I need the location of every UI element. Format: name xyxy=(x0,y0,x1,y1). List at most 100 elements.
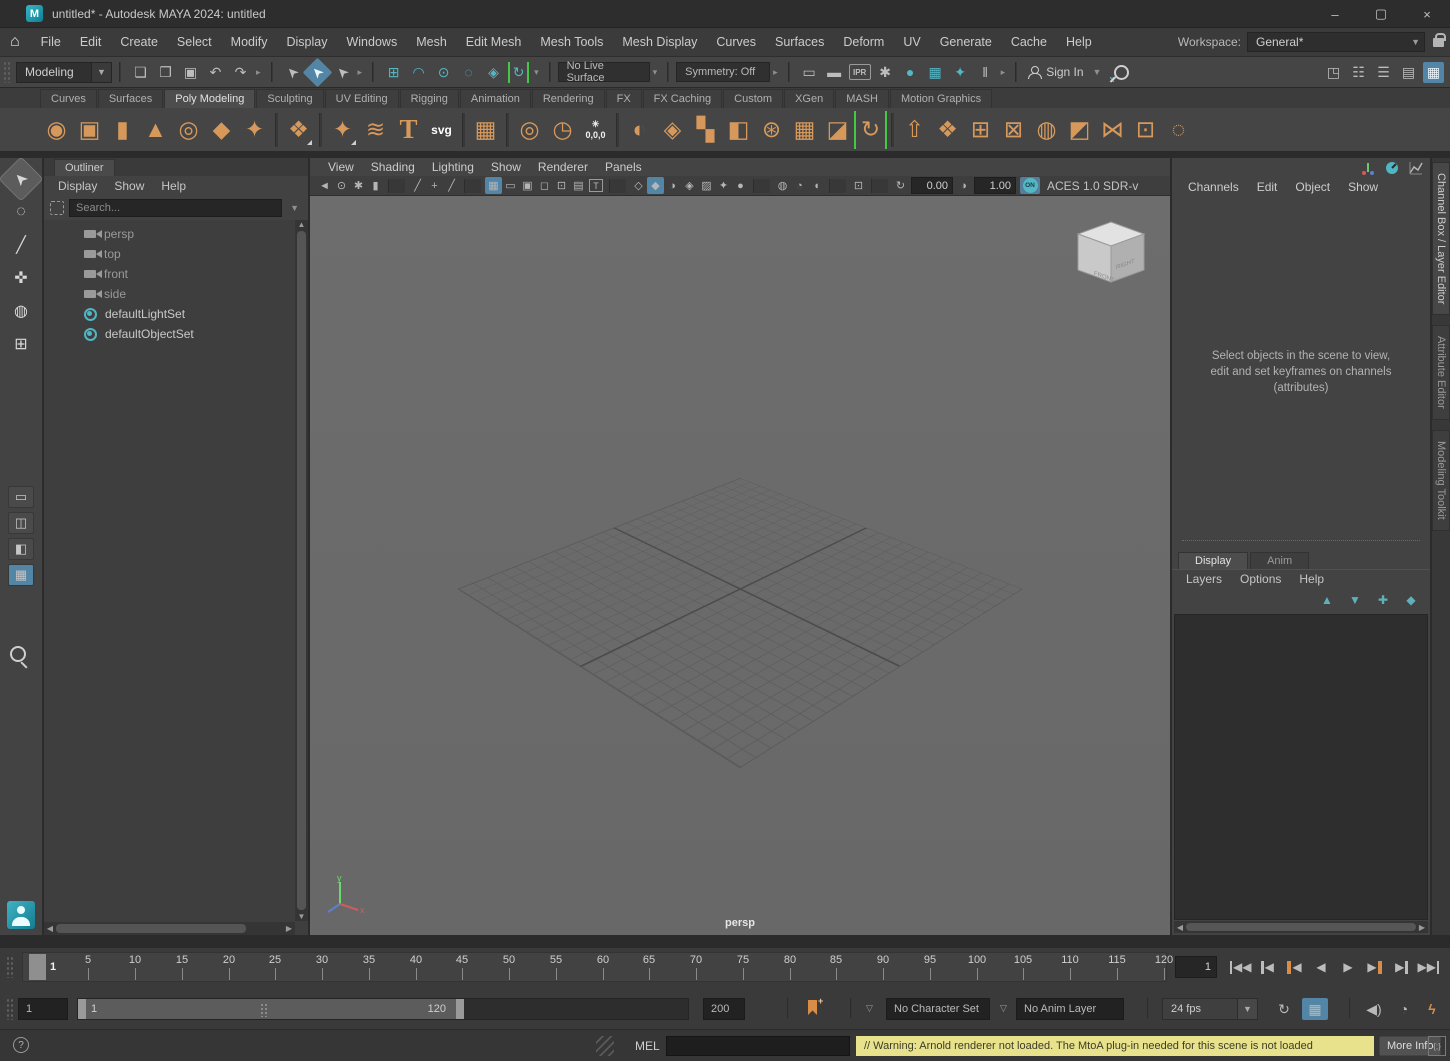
shelf-tab[interactable]: Surfaces xyxy=(98,89,163,108)
loop-playback-icon[interactable]: ↻ xyxy=(1272,998,1296,1020)
menu-item[interactable]: Display xyxy=(286,35,327,49)
remesh-icon[interactable]: ▦ xyxy=(788,111,821,149)
bookmark-icon[interactable]: ▮ xyxy=(367,177,384,194)
menu-item[interactable]: File xyxy=(41,35,61,49)
modeling-toolkit-icon[interactable]: ◳ xyxy=(1323,62,1344,83)
poly-torus-icon[interactable]: ◎ xyxy=(172,111,205,149)
render-view-icon[interactable]: ▭ xyxy=(799,62,820,83)
spin-edge-icon[interactable]: ↻ xyxy=(854,111,887,149)
wireframe-icon[interactable]: ◇ xyxy=(630,177,647,194)
move-layer-down-icon[interactable]: ▼ xyxy=(1346,592,1364,608)
safe-action-icon[interactable]: ▤ xyxy=(570,177,587,194)
channel-box-menu-item[interactable]: Object xyxy=(1295,180,1330,194)
symmetrize-icon[interactable]: ⋈ xyxy=(1096,111,1129,149)
search-icon[interactable]: x xyxy=(1114,65,1129,80)
select-tool[interactable]: ➤ xyxy=(0,158,42,200)
reset-time-icon[interactable]: ◷ xyxy=(546,111,579,149)
viewport-menu-item[interactable]: Show xyxy=(491,160,521,174)
lasso-tool[interactable]: ◌ xyxy=(6,197,36,227)
poly-sphere-icon[interactable]: ◉ xyxy=(40,111,73,149)
layer-editor-tab[interactable]: Display xyxy=(1178,552,1248,569)
move-layer-up-icon[interactable]: ▲ xyxy=(1318,592,1336,608)
scroll-left-icon[interactable]: ◀ xyxy=(44,924,56,933)
go-to-start-button[interactable]: ◀◀ xyxy=(1228,954,1252,980)
rotate-tool[interactable]: ◍ xyxy=(6,296,36,326)
play-backwards-button[interactable]: ◀ xyxy=(1309,954,1333,980)
step-back-key-button[interactable]: ◀ xyxy=(1282,954,1306,980)
chevron-down-icon[interactable]: ▾ xyxy=(534,67,539,78)
layer-editor-menu-item[interactable]: Options xyxy=(1240,572,1281,586)
menu-item[interactable]: Mesh Tools xyxy=(540,35,603,49)
go-to-end-button[interactable]: ▶▶ xyxy=(1417,954,1441,980)
type-tool-icon[interactable]: T xyxy=(392,111,425,149)
ipr-render-icon[interactable]: IPR xyxy=(849,64,871,80)
resize-grip[interactable] xyxy=(596,1036,614,1056)
poly-helix-icon[interactable]: ≋ xyxy=(359,111,392,149)
symmetry-field[interactable]: Symmetry: Off xyxy=(676,62,770,82)
move-tool[interactable]: ✜ xyxy=(6,263,36,293)
speaker-icon[interactable]: ◀) xyxy=(1362,998,1386,1020)
home-icon[interactable]: ⌂ xyxy=(10,33,20,51)
attribute-editor-toggle-icon[interactable]: ▤ xyxy=(1398,62,1419,83)
scroll-up-icon[interactable]: ▲ xyxy=(296,220,308,229)
paint-select-tool[interactable]: ╱ xyxy=(6,230,36,260)
channel-box-menu-item[interactable]: Channels xyxy=(1188,180,1239,194)
create-empty-layer-icon[interactable]: ✚ xyxy=(1374,592,1392,608)
anim-layer-field[interactable]: No Anim Layer xyxy=(1016,998,1124,1020)
help-icon[interactable]: ? xyxy=(13,1037,29,1053)
outliner-list[interactable]: persp top front side xyxy=(44,220,308,935)
collapse-arrow-icon[interactable]: ▸ xyxy=(1001,67,1006,78)
redo-icon[interactable]: ↷ xyxy=(230,62,251,83)
modeling-panel-icon[interactable]: ▦ xyxy=(469,111,502,149)
chevron-down-icon[interactable]: ▾ xyxy=(653,67,658,78)
menu-item[interactable]: Edit xyxy=(80,35,102,49)
render-current-frame-icon[interactable]: ▬ xyxy=(824,62,845,83)
layer-editor-menu-item[interactable]: Help xyxy=(1299,572,1324,586)
svg-tool-icon[interactable]: svg xyxy=(425,111,458,149)
mel-label[interactable]: MEL xyxy=(635,1039,660,1053)
scale-tool[interactable]: ⊞ xyxy=(6,329,36,359)
shelf-tab[interactable]: UV Editing xyxy=(325,89,399,108)
tab-modeling-toolkit[interactable]: Modeling Toolkit xyxy=(1432,430,1450,531)
time-sync-icon[interactable]: ◔ xyxy=(1392,998,1416,1020)
menu-item[interactable]: Help xyxy=(1066,35,1092,49)
shelf-tab[interactable]: Custom xyxy=(723,89,783,108)
safe-title-icon[interactable]: T xyxy=(589,179,603,192)
drag-grip[interactable] xyxy=(6,998,15,1020)
select-by-component-icon[interactable]: ➤ xyxy=(327,57,357,87)
animation-end-field[interactable]: 200 xyxy=(703,998,745,1020)
timeline-ruler[interactable]: 1 51015202530354045505560657075808590951… xyxy=(22,952,1167,982)
outliner-item[interactable]: top xyxy=(44,244,308,264)
scroll-left-icon[interactable]: ◀ xyxy=(1174,923,1186,932)
platonic-solid-icon[interactable]: ❖ xyxy=(282,111,315,149)
camera-aim-icon[interactable]: ◎ xyxy=(513,111,546,149)
sculpt-icon[interactable]: ⊛ xyxy=(755,111,788,149)
step-forward-frame-button[interactable]: ▶ xyxy=(1390,954,1414,980)
tab-channel-box[interactable]: Channel Box / Layer Editor xyxy=(1432,162,1450,315)
viewport-menu-item[interactable]: Lighting xyxy=(432,160,474,174)
gamma-field[interactable]: 1.00 xyxy=(974,177,1016,194)
playblast-icon[interactable]: ▦ xyxy=(1302,998,1328,1020)
menu-item[interactable]: Mesh xyxy=(416,35,447,49)
exposure-icon[interactable]: ↻ xyxy=(892,177,909,194)
open-scene-icon[interactable]: ❐ xyxy=(155,62,176,83)
smooth-icon[interactable]: ◌ xyxy=(1162,111,1195,149)
gamma-icon[interactable]: ◑ xyxy=(955,177,972,194)
curve-star-icon[interactable]: ✦ xyxy=(326,111,359,149)
lookdev-view-icon[interactable]: ▦ xyxy=(925,62,946,83)
menu-set-arrow[interactable]: ▼ xyxy=(92,62,112,83)
view-transform-label[interactable]: ACES 1.0 SDR-v xyxy=(1042,177,1143,194)
color-management-toggle[interactable] xyxy=(1020,177,1040,194)
channel-box-menu-item[interactable]: Edit xyxy=(1257,180,1278,194)
outliner-vertical-scrollbar[interactable]: ▲ ▼ xyxy=(295,220,308,921)
save-scene-icon[interactable]: ▣ xyxy=(180,62,201,83)
combine-icon[interactable]: ◈ xyxy=(656,111,689,149)
extrude-icon[interactable]: ⇧ xyxy=(898,111,931,149)
poly-disc-icon[interactable]: ✦ xyxy=(238,111,271,149)
step-back-frame-button[interactable]: ◀ xyxy=(1255,954,1279,980)
poly-plane-icon[interactable]: ◆ xyxy=(205,111,238,149)
snap-to-curve-icon[interactable]: ◠ xyxy=(408,62,429,83)
multi-cut-icon[interactable]: ⊠ xyxy=(997,111,1030,149)
xray-active-icon[interactable]: ◖ xyxy=(808,177,825,194)
outliner-item[interactable]: defaultLightSet xyxy=(44,304,308,324)
